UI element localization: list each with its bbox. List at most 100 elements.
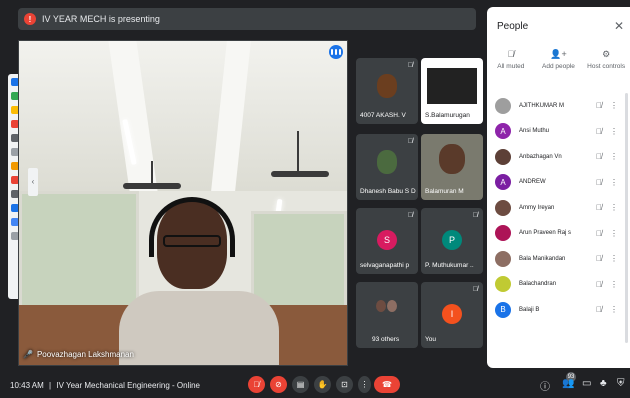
tile-name: Dhanesh Babu S D <box>360 188 416 195</box>
list-item[interactable]: A Ansi Muthu 🎙̸ ⋮ <box>487 119 630 145</box>
mic-off-icon: 🎙̸ <box>596 126 602 136</box>
add-person-icon: 👤+ <box>550 49 567 59</box>
self-tile[interactable]: I 🎙̸ You <box>421 282 483 348</box>
mic-off-icon: 🎙̸ <box>596 152 602 162</box>
panel-title: People <box>497 21 529 32</box>
tile-name: You <box>425 336 436 343</box>
participant-tile[interactable]: S.Balamurugan <box>421 58 483 124</box>
captions-button[interactable]: ▤ <box>292 376 309 393</box>
add-people-button[interactable]: 👤+ Add people <box>535 49 581 70</box>
camera-toggle-button[interactable]: ⊘ <box>270 376 287 393</box>
list-item[interactable]: Balachandran 🎙̸ ⋮ <box>487 272 630 298</box>
people-icon[interactable]: 👥 <box>562 378 574 389</box>
activities-icon[interactable]: ♣ <box>600 378 607 389</box>
mic-off-icon: 🎙̸ <box>596 177 602 187</box>
headset <box>149 197 235 257</box>
more-options-icon[interactable]: ⋮ <box>610 229 618 238</box>
others-photo <box>387 300 397 312</box>
mic-toggle-button[interactable]: 🎙̸ <box>248 376 265 393</box>
more-options-icon[interactable]: ⋮ <box>610 127 618 136</box>
main-video: 🎤 Poovazhagan Lakshmanan <box>18 40 348 366</box>
meeting-info: 10:43 AM | IV Year Mechanical Engineerin… <box>10 380 201 390</box>
participant-avatar <box>495 250 511 267</box>
mic-off-icon: 🎙̸ <box>596 203 602 213</box>
participant-tile[interactable]: P 🎙̸ P. Muthukumar .. <box>421 208 483 274</box>
participant-photo <box>439 144 465 174</box>
participant-avatar <box>495 225 511 242</box>
others-tile[interactable]: 93 others <box>356 282 418 348</box>
panel-controls: 🎙̸ All muted 👤+ Add people ⚙ Host contro… <box>487 49 630 70</box>
list-item[interactable]: Bala Manikandan 🎙̸ ⋮ <box>487 246 630 272</box>
ceiling-fan <box>271 171 329 177</box>
list-item[interactable]: Anbazhagan Vn 🎙̸ ⋮ <box>487 144 630 170</box>
window <box>19 191 139 311</box>
more-options-icon[interactable]: ⋮ <box>610 178 618 187</box>
tile-name: 4007 AKASH. V <box>360 112 406 119</box>
tile-name: Balamuran M <box>425 188 464 195</box>
list-item[interactable]: A ANDREW 🎙̸ ⋮ <box>487 170 630 196</box>
presenting-banner: ! IV YEAR MECH is presenting <box>18 8 476 30</box>
close-icon[interactable]: ✕ <box>614 19 624 33</box>
tile-avatar: P <box>442 230 462 250</box>
mic-off-icon: 🎙̸ <box>472 286 478 293</box>
mic-off-icon: 🎙̸ <box>407 212 413 219</box>
all-muted-button[interactable]: 🎙̸ All muted <box>488 49 534 70</box>
screen-share-thumbnail <box>427 68 477 104</box>
bottom-bar: 10:43 AM | IV Year Mechanical Engineerin… <box>0 372 630 398</box>
participant-tile[interactable]: S 🎙̸ selvaganapathi p <box>356 208 418 274</box>
mic-icon: 🎤 <box>23 350 33 359</box>
people-panel: People ✕ 🎙̸ All muted 👤+ Add people ⚙ Ho… <box>487 7 630 368</box>
participant-tile[interactable]: Balamuran M <box>421 134 483 200</box>
others-photo <box>376 300 386 312</box>
tile-avatar: I <box>442 304 462 324</box>
more-options-icon[interactable]: ⋮ <box>610 101 618 110</box>
audio-indicator-icon <box>329 45 343 59</box>
fan-rod <box>297 131 299 171</box>
list-item[interactable]: Arun Praveen Raj s 🎙̸ ⋮ <box>487 221 630 247</box>
mic-off-icon: 🎙̸ <box>596 228 602 238</box>
participant-tile[interactable]: 🎙̸ 4007 AKASH. V <box>356 58 418 124</box>
participant-avatar: A <box>495 174 511 191</box>
more-options-icon[interactable]: ⋮ <box>610 254 618 263</box>
tile-name: S.Balamurugan <box>425 112 470 119</box>
participant-list: AJITHKUMAR M 🎙̸ ⋮ A Ansi Muthu 🎙̸ ⋮ Anbazhaga… <box>487 93 630 323</box>
participant-avatar <box>495 276 511 293</box>
presenter-body <box>119 291 279 365</box>
info-icon[interactable]: ⓘ <box>540 378 550 393</box>
host-controls-icon: ⚙ <box>602 49 611 59</box>
participant-photo <box>377 74 397 98</box>
participant-tile[interactable]: 🎙̸ Dhanesh Babu S D <box>356 134 418 200</box>
list-item[interactable]: AJITHKUMAR M 🎙̸ ⋮ <box>487 93 630 119</box>
mic-off-icon: 🎙̸ <box>596 101 602 111</box>
list-item[interactable]: Ammy Ireyan 🎙̸ ⋮ <box>487 195 630 221</box>
more-options-button[interactable]: ⋮ <box>358 376 371 393</box>
list-item[interactable]: B Balaji B 🎙̸ ⋮ <box>487 297 630 323</box>
mic-off-icon: 🎙̸ <box>407 62 413 69</box>
more-options-icon[interactable]: ⋮ <box>610 203 618 212</box>
collapse-toolbar-button[interactable]: ‹ <box>28 168 38 196</box>
participant-photo <box>377 150 397 174</box>
present-button[interactable]: ⊡ <box>336 376 353 393</box>
participant-avatar: A <box>495 123 511 140</box>
host-shield-icon[interactable]: ⛨ <box>617 378 625 389</box>
end-call-button[interactable]: ☎ <box>374 376 400 393</box>
more-options-icon[interactable]: ⋮ <box>610 280 618 289</box>
more-options-icon[interactable]: ⋮ <box>610 152 618 161</box>
glasses <box>163 235 221 247</box>
participant-avatar <box>495 148 511 165</box>
chat-icon[interactable]: ▭ <box>582 378 591 389</box>
mic-off-icon: 🎙̸ <box>407 138 413 145</box>
raise-hand-button[interactable]: ✋ <box>314 376 331 393</box>
present-icon: ! <box>24 13 36 25</box>
host-controls-button[interactable]: ⚙ Host controls <box>583 49 629 70</box>
tile-name: 93 others <box>372 336 400 343</box>
presenting-text: IV YEAR MECH is presenting <box>42 14 160 24</box>
ceiling-fan <box>123 183 181 189</box>
panel-scrollbar[interactable] <box>625 93 628 343</box>
participant-avatar <box>495 97 511 114</box>
tile-name: P. Muthukumar .. <box>425 262 474 269</box>
participant-avatar <box>495 199 511 216</box>
more-options-icon[interactable]: ⋮ <box>610 305 618 314</box>
tile-avatar: S <box>377 230 397 250</box>
mic-off-icon: 🎙̸ <box>596 305 602 315</box>
